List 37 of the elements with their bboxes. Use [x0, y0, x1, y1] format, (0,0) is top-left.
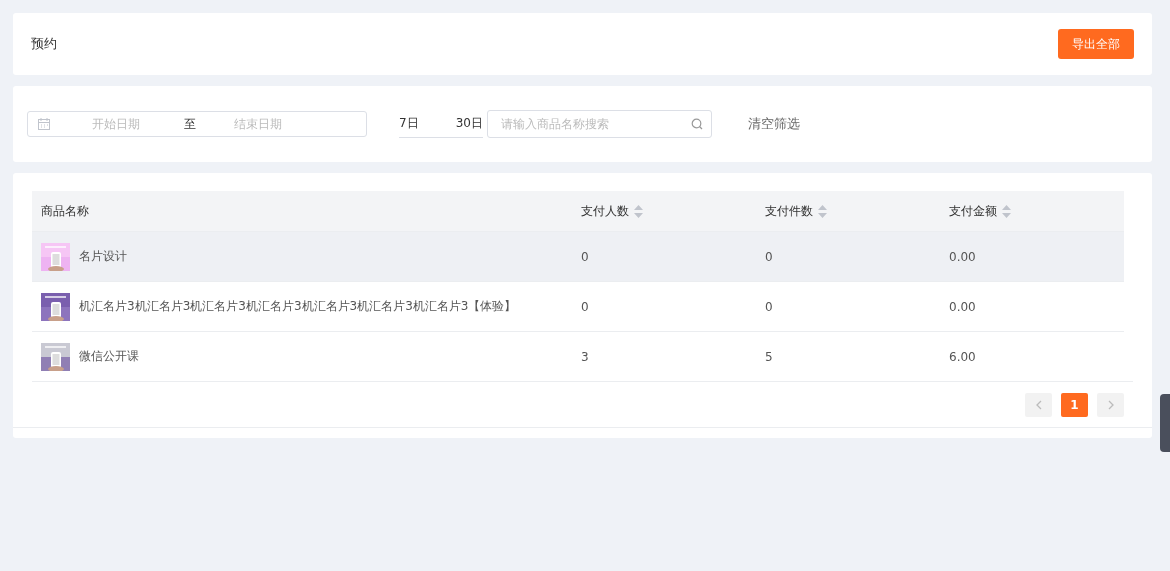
table-cell: 0 — [581, 249, 589, 264]
table-cell: 0.00 — [949, 249, 976, 264]
calendar-icon — [38, 118, 50, 130]
previous-page-button[interactable] — [1025, 393, 1052, 417]
chevron-left-icon — [1035, 400, 1042, 410]
product-name: 名片设计 — [79, 248, 127, 265]
table-cell: 6.00 — [949, 349, 976, 364]
sort-icon[interactable] — [1002, 204, 1011, 218]
table-row[interactable]: 机汇名片3机汇名片3机汇名片3机汇名片3机汇名片3机汇名片3机汇名片3【体验】 0 0 0.00 — [32, 281, 1124, 332]
range-separator: 至 — [184, 115, 196, 133]
product-name: 机汇名片3机汇名片3机汇名片3机汇名片3机汇名片3机汇名片3机汇名片3【体验】 — [79, 298, 517, 315]
sort-icon[interactable] — [634, 204, 643, 218]
table-cell: 5 — [765, 349, 773, 364]
table-cell: 3 — [581, 349, 589, 364]
quick-range-tab[interactable]: 30日 — [455, 115, 483, 132]
end-date-placeholder: 结束日期 — [234, 115, 282, 133]
search-icon[interactable] — [691, 118, 703, 130]
table-cell: 0.00 — [949, 299, 976, 314]
sort-icon[interactable] — [818, 204, 827, 218]
next-page-button[interactable] — [1097, 393, 1124, 417]
column-header[interactable]: 支付金额 — [940, 191, 1124, 232]
table-cell: 0 — [765, 249, 773, 264]
table-row[interactable]: 名片设计 0 0 0.00 — [32, 231, 1124, 282]
start-date-placeholder: 开始日期 — [92, 115, 140, 133]
table-row[interactable]: 微信公开课 3 5 6.00 — [32, 331, 1124, 381]
chevron-right-icon — [1107, 400, 1114, 410]
page-title: 预约 — [31, 35, 57, 53]
side-handle[interactable] — [1160, 394, 1170, 452]
column-header[interactable]: 支付件数 — [756, 191, 940, 232]
table-cell: 0 — [581, 299, 589, 314]
date-range-field[interactable]: 开始日期 至 结束日期 — [27, 111, 367, 137]
quick-range-tab[interactable]: 7日 — [399, 115, 419, 132]
column-header[interactable]: 支付人数 — [572, 191, 756, 232]
column-header: 商品名称 — [32, 191, 572, 232]
product-name: 微信公开课 — [79, 348, 139, 365]
table-cell: 0 — [765, 299, 773, 314]
clear-filters-link[interactable]: 清空筛选 — [748, 115, 800, 133]
